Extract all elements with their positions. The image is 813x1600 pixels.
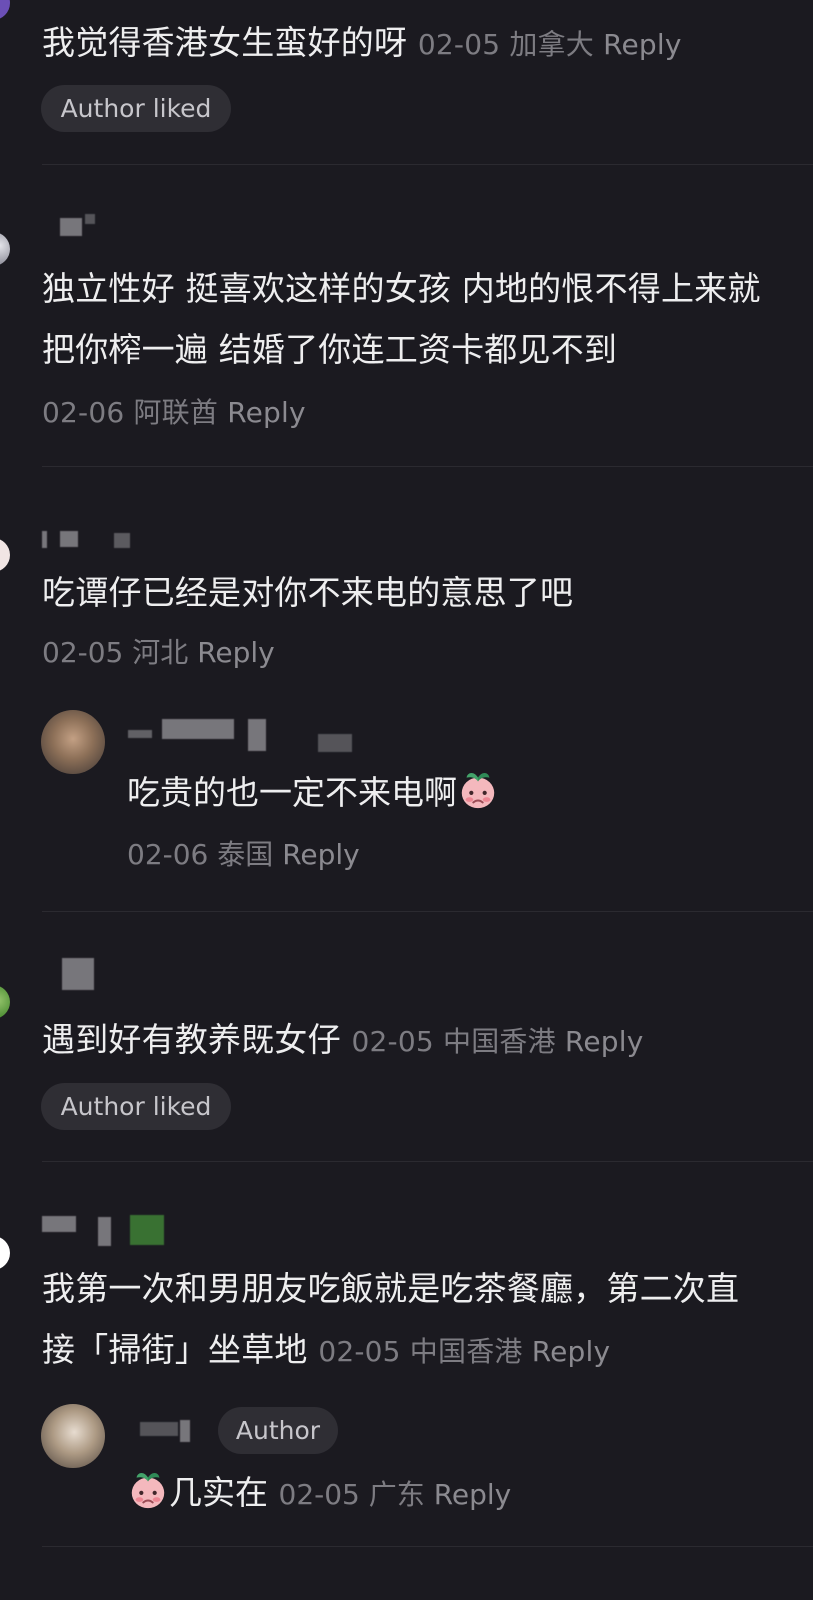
reply-button[interactable]: Reply (434, 1478, 512, 1511)
comment-divider (42, 911, 813, 912)
username-redacted[interactable] (42, 214, 102, 238)
reply-date: 02-06 (127, 838, 209, 871)
comment-text: 我第一次和男朋友吃飯就是吃茶餐廳，第二次直接「掃街」坐草地 02-05 中国香港… (42, 1258, 772, 1382)
user-avatar[interactable] (0, 0, 10, 20)
reply-button[interactable]: Reply (565, 1025, 644, 1058)
blushing-peach-sticker-icon (127, 1470, 169, 1512)
comment-text: 吃谭仔已经是对你不来电的意思了吧 (42, 562, 772, 623)
reply-button[interactable]: Reply (532, 1335, 611, 1368)
redacted-name-pixel (248, 719, 266, 751)
blushing-peach-sticker-icon (457, 770, 499, 812)
reply-user-avatar[interactable] (41, 710, 105, 774)
username-redacted[interactable] (42, 528, 142, 552)
reply-date: 02-05 (278, 1478, 360, 1511)
author-badge: Author (218, 1407, 338, 1454)
redacted-name-pixel (42, 1216, 76, 1232)
reply-text: blushing-peach-sticker-icon 几实在 02-05 广东 … (127, 1468, 797, 1520)
reply-content: 吃贵的也一定不来电啊 (127, 773, 457, 812)
reply-button[interactable]: Reply (603, 28, 682, 61)
comment-location: 加拿大 (509, 28, 594, 61)
emoji-name: blushing-peach-sticker-icon (169, 1468, 170, 1469)
comment-meta: 02-05 中国香港 Reply (318, 1335, 610, 1368)
author-liked-badge: Author liked (41, 1083, 231, 1130)
comment-date: 02-05 (318, 1335, 401, 1368)
redacted-name-pixel (130, 1215, 164, 1245)
comment-meta: 02-05 中国香港 Reply (352, 1025, 644, 1058)
reply-username-redacted[interactable] (128, 1418, 208, 1442)
reply-user-avatar[interactable] (41, 1404, 105, 1468)
reply-button[interactable]: Reply (227, 396, 306, 429)
redacted-name-pixel (318, 734, 352, 752)
comment-content: 遇到好有教养既女仔 (42, 1020, 341, 1059)
redacted-name-pixel (180, 1420, 190, 1442)
reply-location: 泰国 (217, 838, 274, 871)
user-avatar[interactable] (0, 1236, 10, 1270)
comment-meta: 02-05 河北 Reply (42, 633, 275, 673)
reply-button[interactable]: Reply (197, 636, 275, 669)
reply-meta: 02-06 泰国 Reply (127, 835, 360, 875)
reply-text: 吃贵的也一定不来电啊 blushing-peach-sticker-icon (127, 768, 797, 818)
comment-divider (42, 164, 813, 165)
comment-divider (42, 1546, 813, 1547)
author-liked-badge: Author liked (41, 85, 231, 132)
reply-username-redacted[interactable] (128, 718, 388, 752)
comment-location: 河北 (132, 636, 189, 669)
redacted-name-pixel (85, 214, 95, 224)
redacted-name-pixel (128, 730, 152, 738)
comment-content: 我觉得香港女生蛮好的呀 (42, 23, 408, 62)
comment-location: 中国香港 (443, 1025, 556, 1058)
redacted-name-pixel (114, 533, 130, 548)
user-avatar[interactable] (0, 232, 10, 266)
reply-content: 几实在 (169, 1473, 268, 1512)
comment-date: 02-05 (417, 28, 501, 61)
comment-meta: 02-05 加拿大 Reply (418, 28, 682, 61)
comment-divider (42, 466, 813, 467)
redacted-name-pixel (60, 531, 78, 547)
username-redacted[interactable] (42, 958, 102, 990)
comment-date: 02-06 (42, 396, 125, 429)
comment-meta: 02-06 阿联酋 Reply (42, 396, 306, 429)
comment-date: 02-05 (351, 1025, 434, 1058)
redacted-name-pixel (60, 218, 82, 236)
reply-location: 广东 (368, 1478, 425, 1511)
comment-text: 独立性好 挺喜欢这样的女孩 内地的恨不得上来就把你榨一遍 结婚了你连工资卡都见不… (42, 258, 772, 443)
reply-meta: 02-05 广东 Reply (279, 1478, 512, 1511)
comment-location: 中国香港 (409, 1335, 523, 1368)
comment-content: 独立性好 挺喜欢这样的女孩 内地的恨不得上来就把你榨一遍 结婚了你连工资卡都见不… (42, 269, 761, 369)
username-redacted[interactable] (42, 1214, 172, 1246)
comment-divider (42, 1161, 813, 1162)
comment-location: 阿联酋 (133, 396, 219, 429)
comment-content: 吃谭仔已经是对你不来电的意思了吧 (42, 573, 574, 612)
redacted-name-pixel (162, 719, 234, 739)
comment-date: 02-05 (42, 636, 124, 669)
comment-text: 我觉得香港女生蛮好的呀 02-05 加拿大 Reply (42, 12, 772, 75)
redacted-name-pixel (140, 1422, 178, 1436)
redacted-name-pixel (98, 1217, 111, 1246)
redacted-name-pixel (42, 531, 47, 548)
reply-button[interactable]: Reply (282, 838, 360, 871)
redacted-name-pixel (62, 958, 94, 990)
user-avatar[interactable] (0, 538, 10, 572)
emoji-name: blushing-peach-sticker-icon (499, 768, 500, 769)
user-avatar[interactable] (0, 985, 10, 1019)
comment-text: 遇到好有教养既女仔 02-05 中国香港 Reply (42, 1009, 772, 1072)
